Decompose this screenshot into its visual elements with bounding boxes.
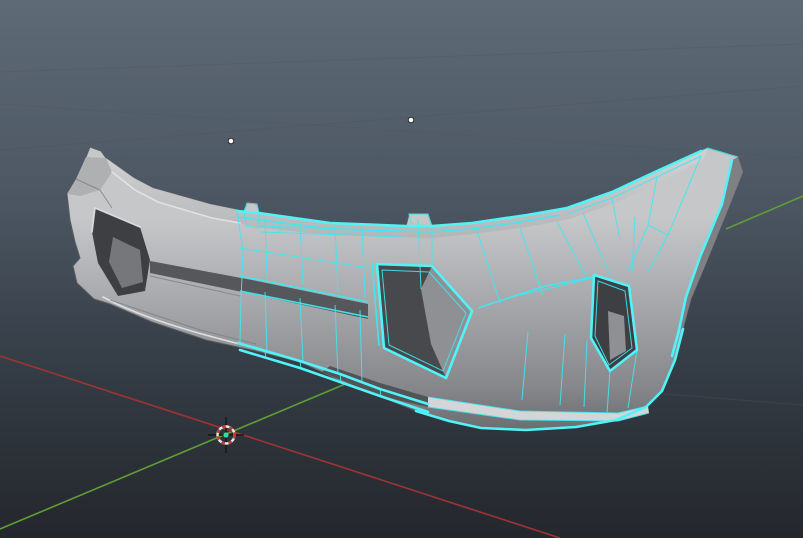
3d-cursor-center-dot xyxy=(223,432,229,438)
3d-viewport[interactable] xyxy=(0,0,803,538)
viewport-canvas[interactable] xyxy=(0,0,803,538)
origin-point-2[interactable] xyxy=(407,116,415,124)
origin-point-1[interactable] xyxy=(227,137,235,145)
